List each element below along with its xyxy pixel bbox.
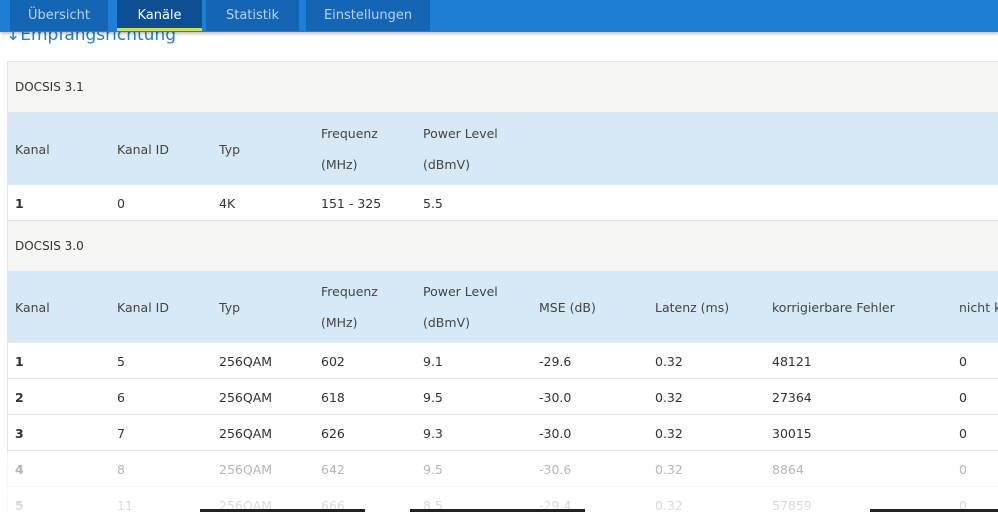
tab-uebersicht[interactable]: Übersicht [10, 0, 108, 31]
cell-typ: 256QAM [219, 353, 273, 369]
header-kanal-id: Kanal ID [117, 141, 169, 157]
docsis31-title: DOCSIS 3.1 [8, 62, 998, 113]
header-power-level-unit: (dBmV) [423, 157, 470, 172]
cell-latenz: 0.32 [655, 353, 683, 369]
cell-kanal: 1 [15, 195, 24, 211]
top-navigation-bar: Übersicht Kanäle Statistik Einstellungen [0, 0, 998, 32]
cell-korrigierbare-fehler: 48121 [772, 353, 812, 369]
docsis30-title: DOCSIS 3.0 [8, 221, 998, 272]
header-latenz: Latenz (ms) [655, 299, 730, 315]
cell-kanal-id: 5 [117, 353, 125, 369]
cell-kanal-id: 11 [117, 497, 133, 512]
docsis31-header-row: Kanal Kanal ID Typ Frequenz (MHz) Power … [8, 113, 998, 185]
header-frequenz-label: Frequenz [321, 284, 378, 299]
docsis30-title-text: DOCSIS 3.0 [15, 239, 84, 253]
cell-typ: 256QAM [219, 461, 273, 477]
cell-power-level: 9.1 [423, 353, 443, 369]
header-typ: Typ [219, 299, 241, 315]
cell-mse: -30.0 [539, 425, 572, 441]
header-power-level-unit: (dBmV) [423, 315, 470, 330]
cell-power-level: 9.5 [423, 461, 443, 477]
header-frequenz-label: Frequenz [321, 126, 378, 141]
cell-frequenz: 151 - 325 [321, 195, 382, 211]
cell-nicht-korrigierbare-fehler: 0 [959, 389, 967, 405]
header-power-level-label: Power Level [423, 284, 498, 299]
header-frequenz: Frequenz (MHz) [321, 271, 378, 343]
cell-typ: 256QAM [219, 425, 273, 441]
cell-kanal: 5 [15, 497, 24, 512]
header-nicht-korrigierbare-fehler: nicht k [959, 299, 998, 315]
cell-korrigierbare-fehler: 27364 [772, 389, 812, 405]
cell-frequenz: 602 [321, 353, 345, 369]
header-kanal: Kanal [15, 299, 50, 315]
header-power-level: Power Level (dBmV) [423, 271, 498, 343]
header-kanal: Kanal [15, 141, 50, 157]
cell-power-level: 9.3 [423, 425, 443, 441]
table-row: 4 8 256QAM 642 9.5 -30.6 0.32 8864 0 [8, 451, 998, 487]
cell-latenz: 0.32 [655, 461, 683, 477]
header-power-level-label: Power Level [423, 126, 498, 141]
header-frequenz-unit: (MHz) [321, 157, 358, 172]
cell-nicht-korrigierbare-fehler: 0 [959, 461, 967, 477]
cell-typ: 4K [219, 195, 236, 211]
cell-korrigierbare-fehler: 30015 [772, 425, 812, 441]
header-kanal-id: Kanal ID [117, 299, 169, 315]
cell-kanal-id: 7 [117, 425, 125, 441]
cell-nicht-korrigierbare-fehler: 0 [959, 425, 967, 441]
cell-frequenz: 642 [321, 461, 345, 477]
cell-latenz: 0.32 [655, 497, 683, 512]
docsis30-header-row: Kanal Kanal ID Typ Frequenz (MHz) Power … [8, 271, 998, 343]
cell-mse: -30.0 [539, 389, 572, 405]
tab-kanaele[interactable]: Kanäle [117, 0, 202, 31]
header-power-level: Power Level (dBmV) [423, 113, 498, 185]
cell-latenz: 0.32 [655, 425, 683, 441]
table-row: 2 6 256QAM 618 9.5 -30.0 0.32 27364 0 [8, 379, 998, 415]
header-typ: Typ [219, 141, 241, 157]
cell-nicht-korrigierbare-fehler: 0 [959, 353, 967, 369]
tab-statistik[interactable]: Statistik [206, 0, 299, 31]
cell-kanal: 2 [15, 389, 24, 405]
header-frequenz: Frequenz (MHz) [321, 113, 378, 185]
header-korrigierbare-fehler: korrigierbare Fehler [772, 299, 895, 315]
table-row: 1 0 4K 151 - 325 5.5 [8, 185, 998, 221]
table-row: 1 5 256QAM 602 9.1 -29.6 0.32 48121 0 [8, 343, 998, 379]
cell-power-level: 5.5 [423, 195, 443, 211]
cell-kanal: 4 [15, 461, 24, 477]
cell-mse: -29.6 [539, 353, 572, 369]
header-frequenz-unit: (MHz) [321, 315, 358, 330]
cell-kanal-id: 8 [117, 461, 125, 477]
cell-kanal-id: 0 [117, 195, 125, 211]
cell-latenz: 0.32 [655, 389, 683, 405]
cell-korrigierbare-fehler: 8864 [772, 461, 804, 477]
cell-frequenz: 618 [321, 389, 345, 405]
cell-korrigierbare-fehler: 57859 [772, 497, 812, 512]
docsis31-title-text: DOCSIS 3.1 [15, 80, 84, 94]
channel-panel: DOCSIS 3.1 Kanal Kanal ID Typ Frequenz (… [7, 61, 998, 512]
cell-typ: 256QAM [219, 389, 273, 405]
cell-kanal-id: 6 [117, 389, 125, 405]
cell-kanal: 3 [15, 425, 24, 441]
cell-power-level: 9.5 [423, 389, 443, 405]
cell-mse: -30.6 [539, 461, 572, 477]
cell-kanal: 1 [15, 353, 24, 369]
tab-einstellungen[interactable]: Einstellungen [306, 0, 430, 31]
table-row: 3 7 256QAM 626 9.3 -30.0 0.32 30015 0 [8, 415, 998, 451]
header-mse: MSE (dB) [539, 299, 596, 315]
cell-frequenz: 626 [321, 425, 345, 441]
